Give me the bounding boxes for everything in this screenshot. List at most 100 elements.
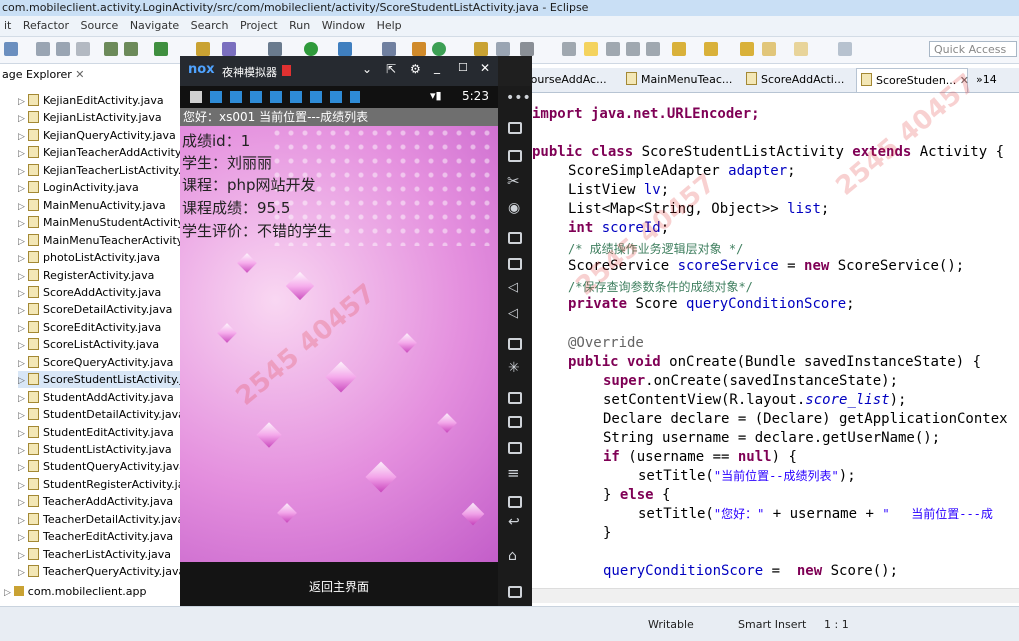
build-icon[interactable] (104, 42, 118, 56)
volume-down-icon[interactable]: ◁ (508, 306, 518, 321)
maximize-icon[interactable]: ☐ (458, 61, 468, 74)
expand-arrow-icon[interactable]: ▷ (18, 338, 28, 355)
java-file-item[interactable]: ▷ TeacherEditActivity.java (18, 528, 173, 545)
save-icon[interactable] (36, 42, 50, 56)
close-icon[interactable]: ✕ (956, 74, 969, 87)
expand-arrow-icon[interactable]: ▷ (18, 146, 28, 163)
tab-main-menu-teacher[interactable]: MainMenuTeac... (622, 68, 740, 92)
expand-arrow-icon[interactable]: ▷ (18, 303, 28, 320)
dropdown-icon[interactable]: ⌄ (362, 62, 372, 76)
java-file-item[interactable]: ▷ StudentEditActivity.java (18, 424, 174, 441)
menu-navigate[interactable]: Navigate (126, 16, 183, 36)
java-file-item[interactable]: ▷ KejianQueryActivity.java (18, 127, 176, 144)
record-comment[interactable]: 学生评价：不错的学生 (182, 220, 332, 242)
record-video-icon[interactable] (508, 392, 522, 404)
new-icon[interactable] (4, 42, 18, 56)
menu-edit[interactable]: it (0, 16, 15, 36)
java-file-item[interactable]: ▷ StudentQueryActivity.java (18, 458, 186, 475)
menu-help[interactable]: Help (373, 16, 406, 36)
shake-icon[interactable] (508, 122, 522, 134)
multi-window-icon[interactable] (508, 442, 522, 454)
java-file-item[interactable]: ▷ TeacherAddActivity.java (18, 493, 173, 510)
external-tools-icon[interactable] (338, 42, 352, 56)
expand-arrow-icon[interactable]: ▷ (18, 164, 28, 181)
minimize-icon[interactable]: _ (434, 60, 440, 74)
gear-icon[interactable]: ⚙ (410, 62, 421, 76)
task-icon[interactable] (154, 42, 168, 56)
expand-arrow-icon[interactable]: ▷ (18, 391, 28, 408)
android-sdk-icon[interactable] (222, 42, 236, 56)
expand-arrow-icon[interactable]: ▷ (18, 513, 28, 530)
menu-source[interactable]: Source (77, 16, 123, 36)
loading-icon[interactable]: ✳ (508, 360, 520, 376)
close-icon[interactable]: ✕ (480, 61, 490, 75)
java-file-item[interactable]: ▷ KejianTeacherListActivity.ja (18, 162, 191, 179)
mark-occurrences-icon[interactable] (562, 42, 576, 56)
java-file-item[interactable]: ▷ KejianTeacherAddActivity.j (18, 144, 186, 161)
show-whitespace-icon[interactable] (626, 42, 640, 56)
menu-project[interactable]: Project (236, 16, 282, 36)
pin-icon[interactable]: ⇱ (386, 62, 396, 76)
java-file-item[interactable]: ▷ StudentRegisterActivity.jav (18, 476, 191, 493)
tab-score-add[interactable]: ScoreAddActi... (742, 68, 856, 92)
expand-arrow-icon[interactable]: ▷ (18, 269, 28, 286)
record-student[interactable]: 学生：刘丽丽 (182, 152, 272, 174)
emulator-titlebar[interactable]: nox 夜神模拟器 ⌄ ⇱ ⚙ _ ☐ ✕ (180, 56, 498, 86)
expand-arrow-icon[interactable]: ▷ (18, 565, 28, 582)
scissors-icon[interactable]: ✂ (507, 172, 520, 190)
java-file-item[interactable]: ▷ LoginActivity.java (18, 179, 139, 196)
fullscreen-icon[interactable] (508, 258, 522, 270)
forward-icon[interactable] (794, 42, 808, 56)
more-icon[interactable]: ••• (506, 90, 531, 106)
quick-access-input[interactable]: Quick Access (929, 41, 1017, 57)
back-icon[interactable]: ↩ (508, 514, 520, 530)
menu-window[interactable]: Window (318, 16, 369, 36)
next-annotation-icon[interactable] (672, 42, 686, 56)
new-class-icon[interactable] (412, 42, 426, 56)
open-type-icon[interactable] (196, 42, 210, 56)
block-select-icon[interactable] (606, 42, 620, 56)
expand-arrow-icon[interactable]: ▷ (18, 199, 28, 216)
new-package-icon[interactable] (432, 42, 446, 56)
menu-search[interactable]: Search (187, 16, 233, 36)
pencil-icon[interactable] (520, 42, 534, 56)
back-icon[interactable] (762, 42, 776, 56)
expand-arrow-icon[interactable]: ▷ (18, 548, 28, 565)
java-file-item[interactable]: ▷ photoListActivity.java (18, 249, 160, 266)
java-file-item[interactable]: ▷ KejianListActivity.java (18, 109, 162, 126)
java-file-item[interactable]: ▷ StudentDetailActivity.java (18, 406, 185, 423)
save-all-icon[interactable] (56, 42, 70, 56)
java-file-item[interactable]: ▷ KejianEditActivity.java (18, 92, 164, 109)
keyboard-icon[interactable] (508, 150, 522, 162)
expand-arrow-icon[interactable]: ▷ (18, 251, 28, 268)
print-icon[interactable] (76, 42, 90, 56)
record-id[interactable]: 成绩id：1 (182, 130, 250, 152)
java-file-item[interactable]: ▷ MainMenuTeacherActivity. (18, 232, 185, 249)
highlight-icon[interactable] (584, 42, 598, 56)
expand-arrow-icon[interactable]: ▷ (18, 234, 28, 251)
package-explorer-tab[interactable]: age Explorer ✕ (0, 66, 85, 84)
expand-arrow-icon[interactable]: ▷ (18, 460, 28, 477)
menu-run[interactable]: Run (285, 16, 314, 36)
java-file-item[interactable]: ▷ ScoreStudentListActivity.ja (18, 371, 190, 390)
screen-icon[interactable] (508, 232, 522, 244)
last-edit-icon[interactable] (740, 42, 754, 56)
open-file-icon[interactable] (496, 42, 510, 56)
java-file-item[interactable]: ▷ ScoreQueryActivity.java (18, 354, 173, 371)
pilcrow-icon[interactable] (646, 42, 660, 56)
tab-overflow[interactable]: »14 (972, 68, 1012, 92)
expand-arrow-icon[interactable]: ▷ (18, 426, 28, 443)
expand-arrow-icon[interactable]: ▷ (18, 356, 28, 373)
java-file-item[interactable]: ▷ TeacherListActivity.java (18, 546, 171, 563)
recents-icon[interactable] (508, 586, 522, 598)
menu-refactor[interactable]: Refactor (19, 16, 73, 36)
expand-arrow-icon[interactable]: ▷ (18, 111, 28, 128)
horizontal-scrollbar[interactable] (532, 588, 1019, 603)
open-folder-icon[interactable] (474, 42, 488, 56)
close-icon[interactable]: ✕ (75, 68, 84, 81)
expand-arrow-icon[interactable]: ▷ (18, 530, 28, 547)
expand-arrow-icon[interactable]: ▷ (18, 373, 28, 390)
code-editor[interactable]: import java.net.URLEncoder; public class… (532, 94, 1019, 594)
terminal-icon[interactable] (124, 42, 138, 56)
java-file-item[interactable]: ▷ StudentAddActivity.java (18, 389, 174, 406)
